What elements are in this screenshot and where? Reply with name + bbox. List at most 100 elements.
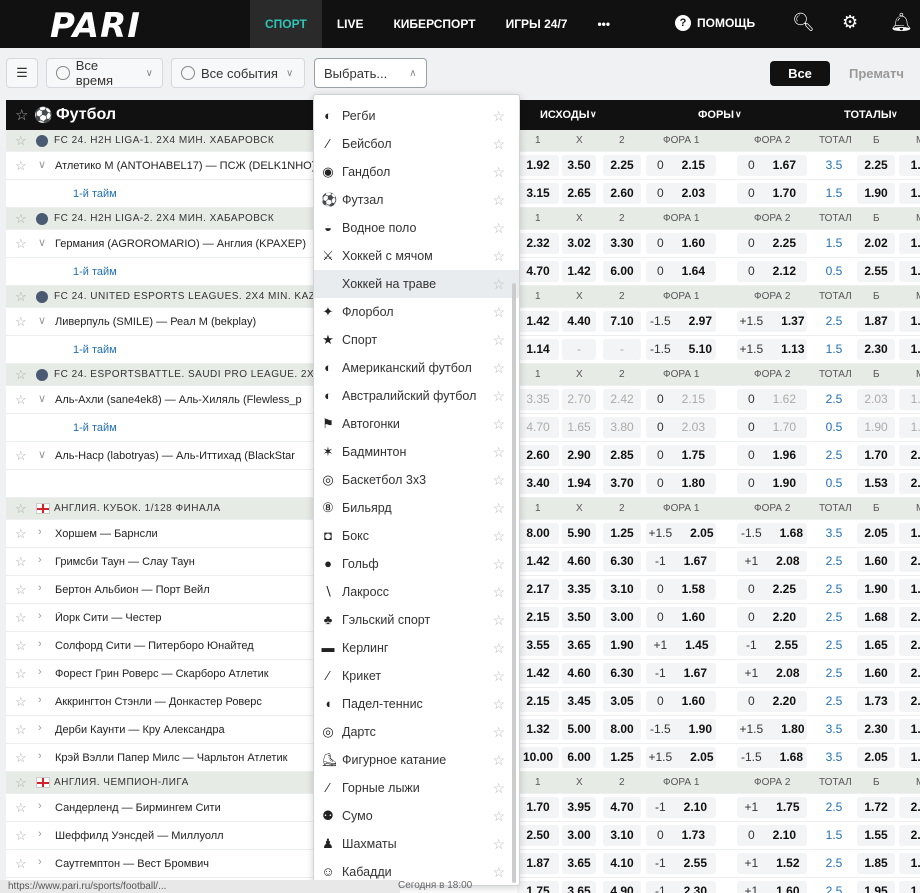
help-link[interactable]: ? ПОМОЩЬ [675,15,755,31]
sport-option[interactable]: ✶ Бадминтон ☆ [314,438,519,466]
star-icon[interactable]: ☆ [492,780,505,797]
star-icon[interactable]: ☆ [492,360,505,377]
odd-cell[interactable]: 4.70 [517,417,559,438]
events-filter[interactable]: Все события ∨ [171,58,305,88]
star-icon[interactable]: ☆ [492,556,505,573]
sport-option[interactable]: ◐ Регби ☆ [314,102,519,130]
match-name[interactable]: Германия (AGROROMARIO) — Англия (KPAXEP) [55,238,317,250]
odd-cell[interactable]: 1.42 [517,551,559,572]
handicap-odd[interactable]: 0 1.67 [737,155,807,176]
logo[interactable]: PARI [50,6,141,46]
odd-cell[interactable]: 1.92 [517,155,559,176]
handicap-odd[interactable]: +1.5 2.05 [646,523,716,544]
star-icon[interactable]: ☆ [15,392,27,408]
odd-cell[interactable]: - [562,339,596,360]
odd-cell[interactable]: 5.90 [562,523,596,544]
star-icon[interactable]: ☆ [492,668,505,685]
star-icon[interactable]: ☆ [492,136,505,153]
half-label[interactable]: 1-й тайм [73,188,117,200]
total-value[interactable]: 2.5 [816,881,852,893]
odd-cell[interactable]: 3.15 [517,183,559,204]
sport-option[interactable]: ◉ Гандбол ☆ [314,158,519,186]
match-name[interactable]: Аль-Наср (labotryas) — Аль-Иттихад (Blac… [55,450,317,462]
odd-cell[interactable]: 1.6 [899,155,920,176]
odd-cell[interactable]: 6.00 [562,747,596,768]
match-name[interactable]: Шеффилд Уэнсдей — Миллуолл [55,830,317,842]
total-value[interactable]: 0.5 [816,261,852,282]
expand-icon[interactable]: › [38,722,42,734]
sport-option[interactable]: ⛸ Фигурное катание ☆ [314,746,519,774]
star-icon[interactable]: ☆ [492,416,505,433]
expand-icon[interactable]: ∨ [38,158,46,171]
odd-cell[interactable]: 2.70 [562,389,596,410]
handicap-odd[interactable]: 0 1.73 [646,825,716,846]
sport-option[interactable]: ⚑ Автогонки ☆ [314,410,519,438]
odd-cell[interactable]: 2.60 [517,445,559,466]
odd-cell[interactable]: 3.35 [562,579,596,600]
odd-cell[interactable]: 3.40 [517,473,559,494]
handicap-odd[interactable]: -1.5 2.97 [646,311,716,332]
nav-games[interactable]: ИГРЫ 24/7 [491,0,583,48]
handicap-odd[interactable]: +1.5 1.80 [737,719,807,740]
odd-cell[interactable]: 1.70 [857,445,895,466]
star-icon[interactable]: ☆ [15,750,27,766]
star-icon[interactable]: ☆ [15,666,27,682]
expand-icon[interactable]: › [38,666,42,678]
star-icon[interactable]: ☆ [492,304,505,321]
handicap-odd[interactable]: 0 1.70 [737,183,807,204]
total-value[interactable]: 2.5 [816,607,852,628]
filter-settings-button[interactable]: ☰ [6,58,38,88]
star-icon[interactable]: ☆ [492,192,505,209]
odd-cell[interactable]: 1.25 [603,747,641,768]
sport-option[interactable]: ★ Спорт ☆ [314,326,519,354]
odd-cell[interactable]: 4.60 [562,551,596,572]
handicap-odd[interactable]: 0 2.12 [737,261,807,282]
handicap-odd[interactable]: +1 1.45 [646,635,716,656]
expand-icon[interactable]: › [38,828,42,840]
total-value[interactable]: 2.5 [816,691,852,712]
odd-cell[interactable]: 3.30 [603,233,641,254]
sport-option[interactable]: ⑧ Бильярд ☆ [314,494,519,522]
handicap-odd[interactable]: -1 1.67 [646,551,716,572]
odd-cell[interactable]: 1.95 [857,881,895,893]
total-value[interactable]: 1.5 [816,825,852,846]
star-icon[interactable]: ☆ [492,752,505,769]
sport-option[interactable]: ✦ Флорбол ☆ [314,298,519,326]
star-icon[interactable]: ☆ [15,526,27,542]
odd-cell[interactable]: 1.90 [857,579,895,600]
expand-icon[interactable]: ∨ [38,314,46,327]
match-name[interactable]: Бертон Альбион — Порт Вейл [55,584,317,596]
odd-cell[interactable]: 1.60 [857,551,895,572]
total-value[interactable]: 2.5 [816,797,852,818]
odd-cell[interactable]: 1.94 [562,473,596,494]
handicap-odd[interactable]: 0 1.70 [737,417,807,438]
handicap-odd[interactable]: -1 1.67 [646,663,716,684]
sport-option[interactable]: ● Гольф ☆ [314,550,519,578]
star-icon[interactable]: ☆ [15,501,27,517]
handicap-odd[interactable]: -1 2.55 [737,635,807,656]
odd-cell[interactable]: 2.2 [899,663,920,684]
odd-cell[interactable]: 3.10 [603,579,641,600]
odd-cell[interactable]: 2.1 [899,635,920,656]
handicap-odd[interactable]: 0 1.90 [737,473,807,494]
star-icon[interactable]: ☆ [15,158,27,174]
expand-icon[interactable]: › [38,582,42,594]
odd-cell[interactable]: 3.02 [562,233,596,254]
odd-cell[interactable]: 2.0 [899,691,920,712]
handicap-odd[interactable]: 0 2.15 [646,389,716,410]
total-value[interactable]: 0.5 [816,473,852,494]
star-icon[interactable]: ☆ [15,800,27,816]
star-icon[interactable]: ☆ [492,696,505,713]
odd-cell[interactable]: 1.90 [603,635,641,656]
league-name[interactable]: FC 24. UNITED ESPORTS LEAGUES. 2X4 MIN. … [54,291,315,302]
expand-icon[interactable]: › [38,856,42,868]
odd-cell[interactable]: 2.25 [603,155,641,176]
expand-icon[interactable]: ∨ [38,236,46,249]
odd-cell[interactable]: 1.65 [562,417,596,438]
odd-cell[interactable]: 3.50 [562,155,596,176]
star-icon[interactable]: ☆ [492,584,505,601]
odd-cell[interactable]: 1.32 [517,719,559,740]
handicap-odd[interactable]: -1.5 1.68 [737,523,807,544]
odd-cell[interactable]: 2.0 [899,445,920,466]
handicap-odd[interactable]: 0 2.20 [737,691,807,712]
